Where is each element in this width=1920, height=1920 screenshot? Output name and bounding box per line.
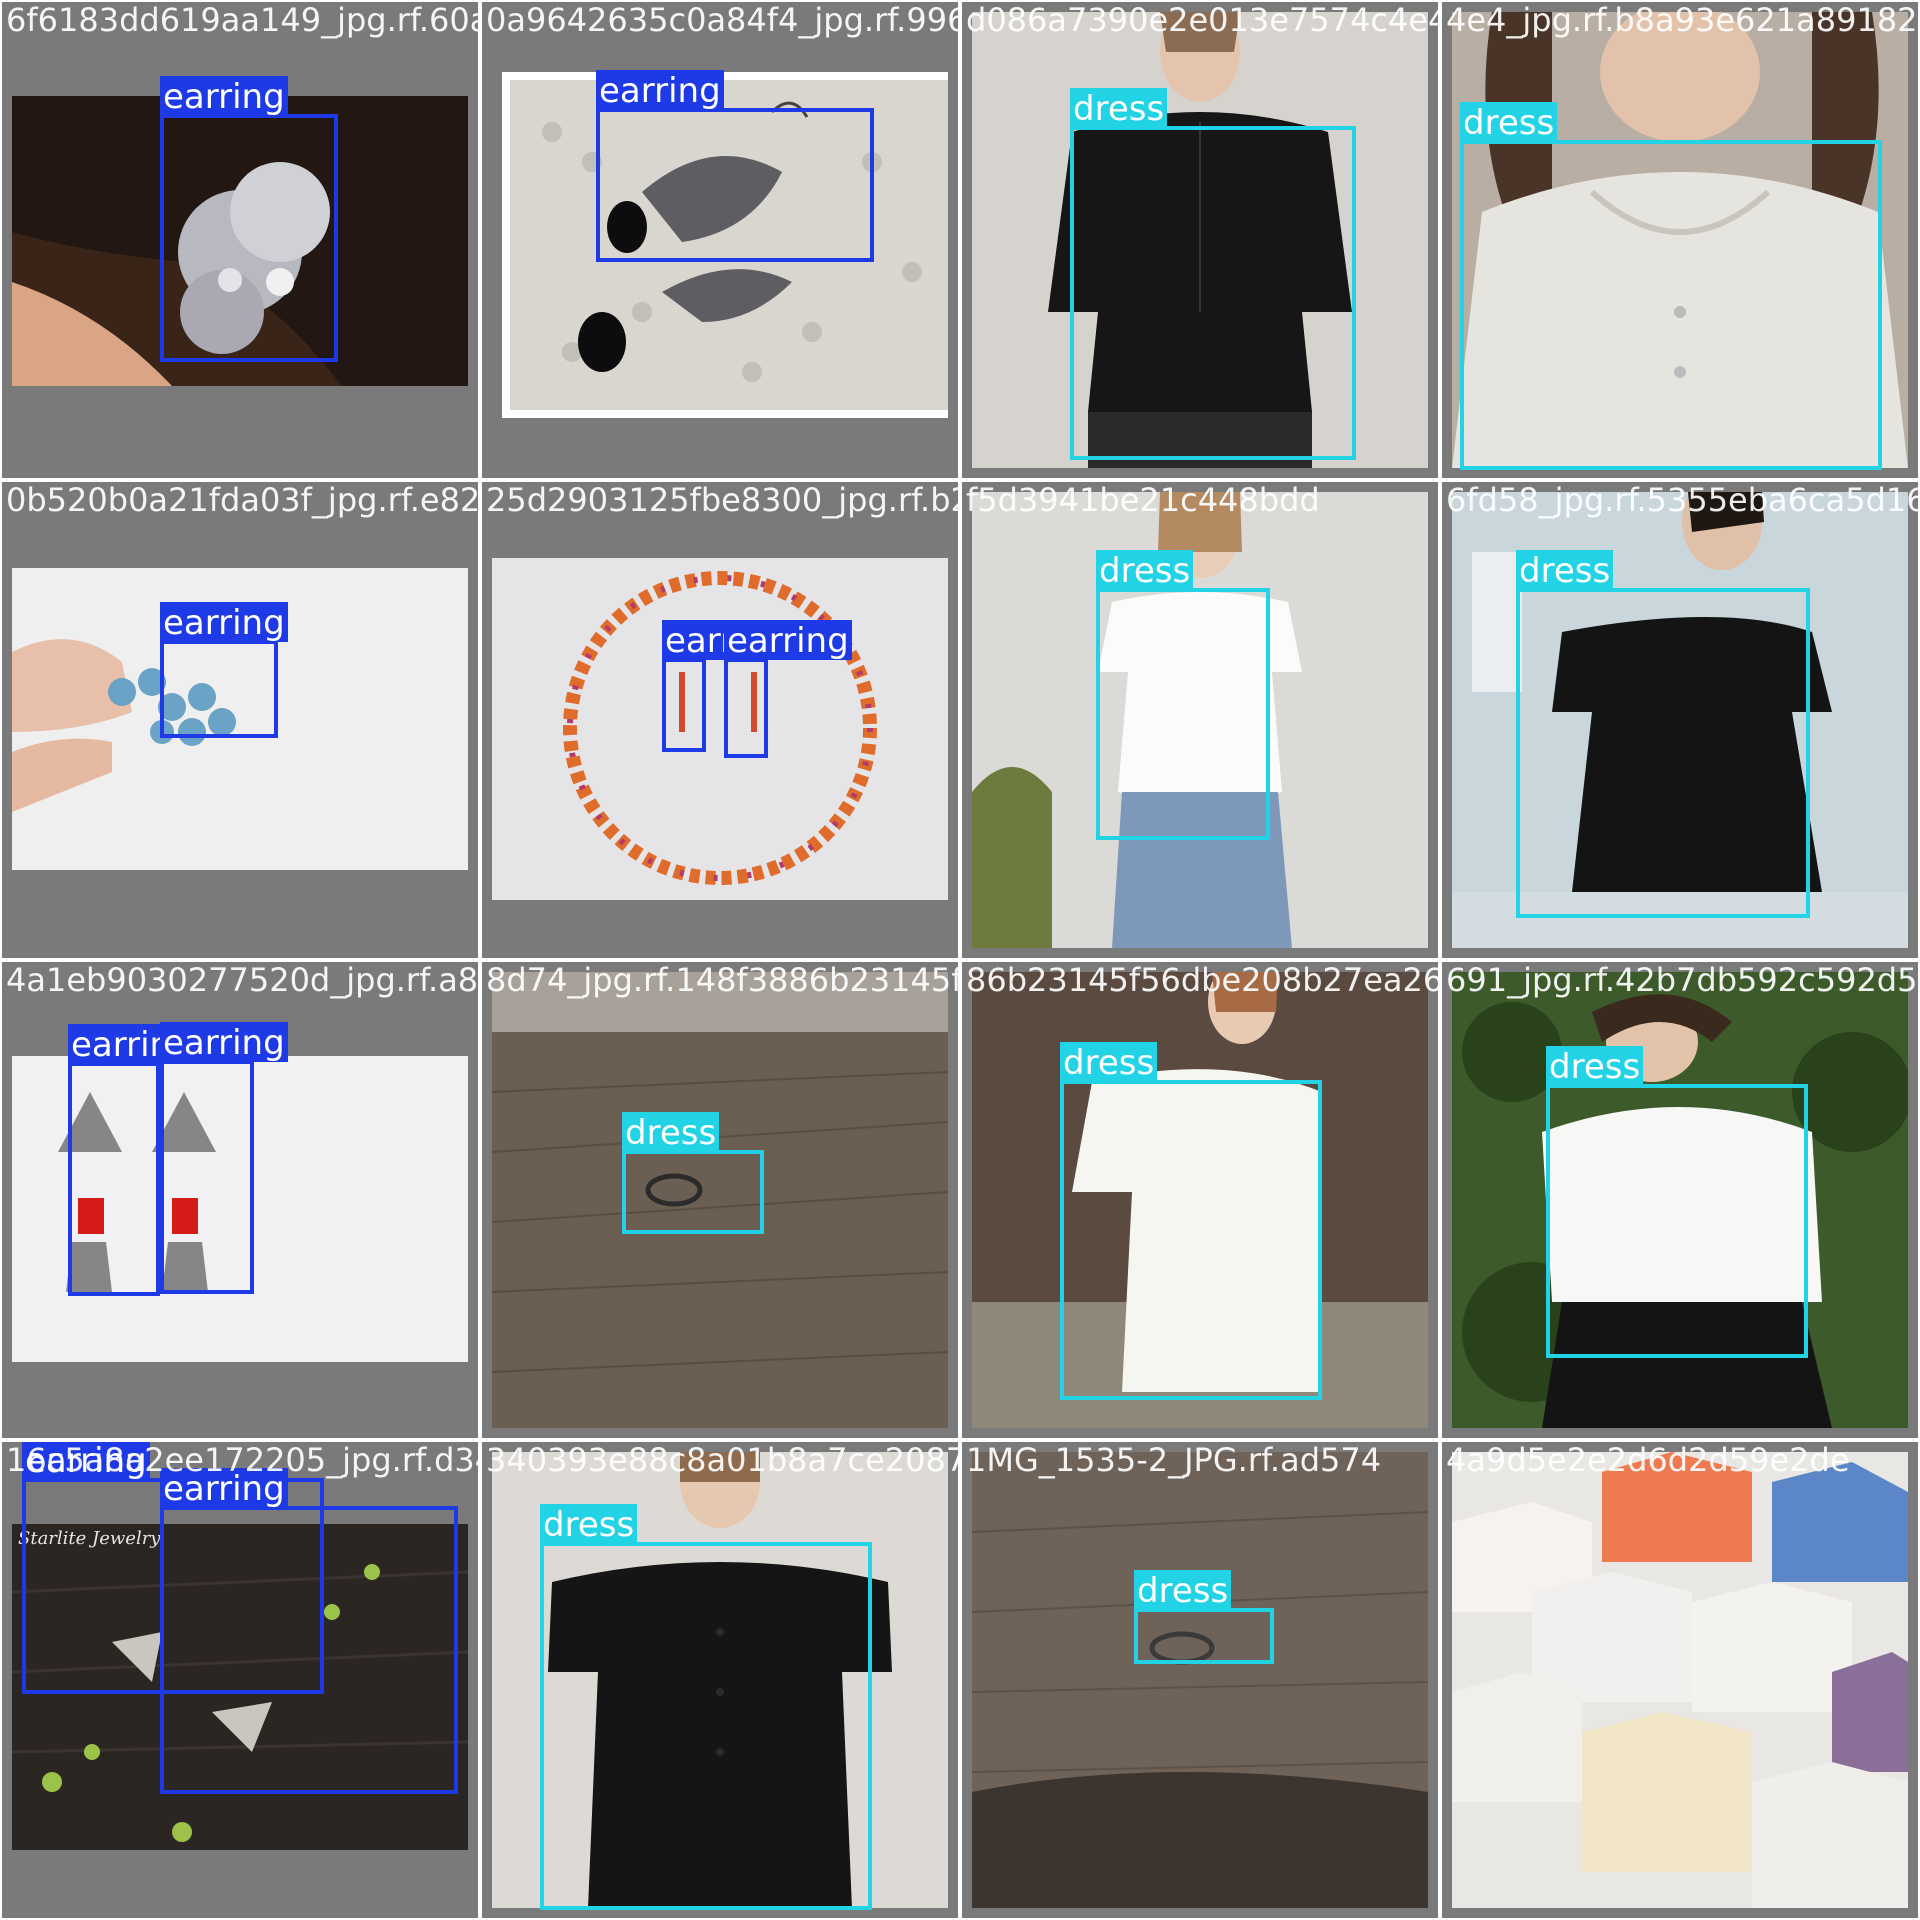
detection-label: dress	[540, 1504, 638, 1545]
detection-label: dress	[1516, 550, 1614, 591]
detection-box[interactable]: earring	[724, 620, 852, 758]
detection-label: earring	[160, 1022, 288, 1063]
grid-cell[interactable]: 4a9d5e2e2d6d2d59e2de	[1442, 1442, 1918, 1918]
detection-box[interactable]: dress	[1060, 1042, 1322, 1400]
detection-grid: earring 6f6183dd619aa149_jpg.rf.60a96426…	[0, 0, 1920, 1920]
detection-box[interactable]: dress	[1516, 550, 1810, 918]
image-filename: 0a9642635c0a84f4_jpg.rf.9960	[486, 2, 958, 39]
grid-cell[interactable]: dress 691_jpg.rf.42b7db592c592d56	[1442, 962, 1918, 1438]
detection-label: dress	[1060, 1042, 1158, 1083]
detection-box[interactable]: earring	[662, 620, 790, 752]
detection-box[interactable]: earring	[596, 70, 874, 262]
detection-box[interactable]: earring	[68, 1024, 196, 1296]
image-filename: 86b23145f56dbe208b27ea2691_jpg.rf.42	[966, 962, 1438, 999]
detection-label: earring	[724, 620, 852, 661]
detection-label: dress	[1134, 1570, 1232, 1611]
image-filename: 4a1eb9030277520d_jpg.rf.a8b8d7	[6, 962, 478, 999]
detection-box[interactable]: earring	[160, 1468, 458, 1794]
image-filename: 0b520b0a21fda03f_jpg.rf.e825d2903125fbe8	[6, 482, 478, 519]
detection-box[interactable]: dress	[1460, 102, 1882, 470]
grid-cell[interactable]: dress 340393e88c8a01b8a7ce2087	[482, 1442, 958, 1918]
detection-label: dress	[1070, 88, 1168, 129]
grid-cell[interactable]: dress f5d3941be21c448bdd	[962, 482, 1438, 958]
image-filename: 340393e88c8a01b8a7ce2087	[486, 1442, 958, 1479]
image-filename: 691_jpg.rf.42b7db592c592d56	[1446, 962, 1918, 999]
grid-cell[interactable]: dress 1MG_1535-2_JPG.rf.ad574	[962, 1442, 1438, 1918]
detection-label: dress	[1096, 550, 1194, 591]
detection-box[interactable]: dress	[1096, 550, 1270, 840]
detection-label: earring	[596, 70, 724, 111]
ring-on-table-2-photo	[972, 1452, 1428, 1908]
image-filename: 4a9d5e2e2d6d2d59e2de	[1446, 1442, 1850, 1479]
grid-cell[interactable]: Starlite Jewelry earring earring 16c5a8a…	[2, 1442, 478, 1918]
tshirts-flatlay-photo	[1452, 1452, 1908, 1908]
detection-label: earring	[160, 602, 288, 643]
image-filename: 6f6183dd619aa149_jpg.rf.60a9642635c0a84f…	[6, 2, 478, 39]
grid-cell[interactable]: dress 6fd58_jpg.rf.5355eba6ca5d16d1	[1442, 482, 1918, 958]
grid-cell[interactable]: dress 86b23145f56dbe208b27ea2691_jpg.rf.…	[962, 962, 1438, 1438]
image-filename: 6fd58_jpg.rf.5355eba6ca5d16d1	[1446, 482, 1918, 519]
detection-label: earring	[160, 76, 288, 117]
grid-cell[interactable]: dress 8d74_jpg.rf.148f3886b23145f56dbe2	[482, 962, 958, 1438]
detection-label: dress	[1460, 102, 1558, 143]
detection-box[interactable]: dress	[540, 1504, 872, 1910]
grid-cell[interactable]: earring 6f6183dd619aa149_jpg.rf.60a96426…	[2, 2, 478, 478]
detection-label: dress	[622, 1112, 720, 1153]
image-filename: 4e4_jpg.rf.b8a93e621a89182	[1446, 2, 1918, 39]
detection-box[interactable]: dress	[1546, 1046, 1808, 1358]
detection-box[interactable]: dress	[622, 1112, 764, 1234]
detection-box[interactable]: dress	[1134, 1570, 1274, 1664]
image-filename: 8d74_jpg.rf.148f3886b23145f56dbe2	[486, 962, 958, 999]
image-filename: 25d2903125fbe8300_jpg.rf.b2	[486, 482, 958, 519]
image-filename: 16c5a8a2ee172205_jpg.rf.d340393e88c8a01b…	[6, 1442, 478, 1479]
grid-cell[interactable]: earring 0a9642635c0a84f4_jpg.rf.9960	[482, 2, 958, 478]
grid-cell[interactable]: earring 0b520b0a21fda03f_jpg.rf.e825d290…	[2, 482, 478, 958]
bead-necklace-photo	[492, 492, 948, 948]
image-filename: 1MG_1535-2_JPG.rf.ad574	[966, 1442, 1382, 1479]
image-filename: f5d3941be21c448bdd	[966, 482, 1320, 519]
grid-cell[interactable]: earring earring 25d2903125fbe8300_jpg.rf…	[482, 482, 958, 958]
detection-box[interactable]: dress	[1070, 88, 1356, 460]
detection-box[interactable]: earring	[160, 1022, 288, 1294]
grid-cell[interactable]: dress 4e4_jpg.rf.b8a93e621a89182	[1442, 2, 1918, 478]
detection-box[interactable]: earring	[160, 602, 288, 738]
detection-label: dress	[1546, 1046, 1644, 1087]
grid-cell[interactable]: earring earring 4a1eb9030277520d_jpg.rf.…	[2, 962, 478, 1438]
detection-box[interactable]: earring	[160, 76, 338, 362]
grid-cell[interactable]: dress d086a7390e2e013e7574c4e4_jpg.rf.b8…	[962, 2, 1438, 478]
image-filename: d086a7390e2e013e7574c4e4_jpg.rf.b8a93e62…	[966, 2, 1438, 39]
